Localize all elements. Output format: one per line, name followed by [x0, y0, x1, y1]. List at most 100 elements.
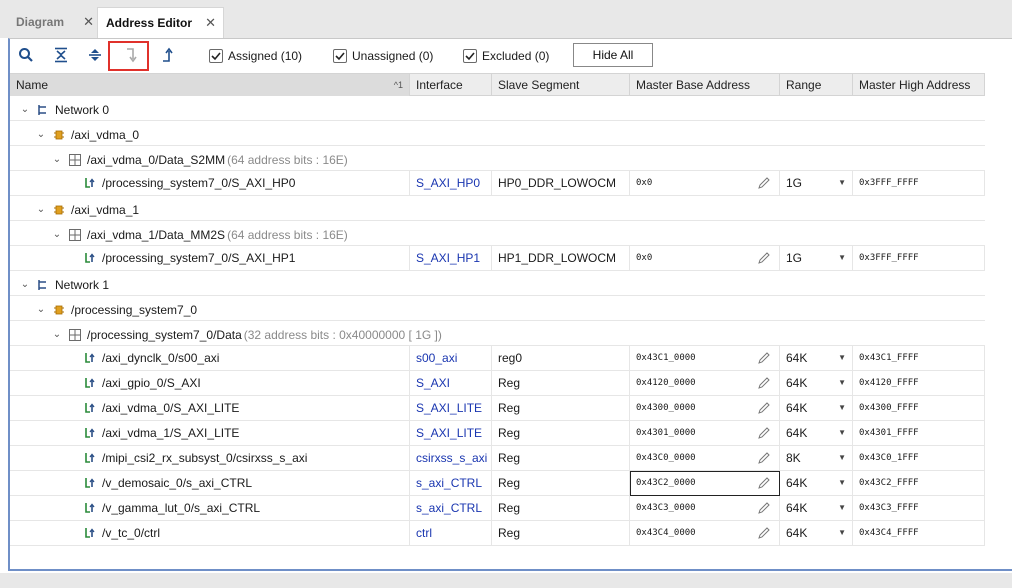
- column-header-interface[interactable]: Interface: [410, 74, 492, 96]
- pencil-icon[interactable]: [757, 401, 771, 421]
- pencil-icon[interactable]: [757, 526, 771, 546]
- table-row[interactable]: /axi_vdma_1/S_AXI_LITE S_AXI_LITE Reg 0x430…: [10, 421, 985, 446]
- range-dropdown[interactable]: 1G ▼: [780, 171, 853, 196]
- tree-node: ⌄ Network 1: [18, 273, 109, 296]
- tab-address-editor[interactable]: Address Editor ✕: [97, 7, 224, 38]
- chevron-down-icon[interactable]: ⌄: [18, 273, 32, 296]
- column-header-slave-segment[interactable]: Slave Segment: [492, 74, 630, 96]
- chevron-down-icon[interactable]: ⌄: [34, 298, 48, 321]
- chevron-down-icon[interactable]: ⌄: [50, 323, 64, 346]
- pencil-icon[interactable]: [757, 501, 771, 521]
- chevron-down-icon[interactable]: ⌄: [50, 223, 64, 246]
- master-base-address-cell[interactable]: 0x43C1_0000: [630, 346, 780, 371]
- close-icon[interactable]: ✕: [205, 15, 216, 31]
- table-row[interactable]: /processing_system7_0/S_AXI_HP1 S_AXI_HP1…: [10, 246, 985, 271]
- expand-all-icon[interactable]: [83, 43, 107, 67]
- pencil-icon[interactable]: [757, 176, 771, 196]
- tab-diagram[interactable]: Diagram ✕: [8, 8, 101, 36]
- range-dropdown[interactable]: 1G ▼: [780, 246, 853, 271]
- master-base-address-cell[interactable]: 0x0: [630, 171, 780, 196]
- range-dropdown[interactable]: 64K ▼: [780, 346, 853, 371]
- tree-group-row[interactable]: ⌄ /axi_vdma_0: [10, 121, 985, 146]
- dropdown-arrow-icon[interactable]: ▼: [838, 396, 846, 420]
- address-space-icon: [67, 327, 83, 343]
- pencil-icon[interactable]: [757, 476, 771, 496]
- range-dropdown[interactable]: 64K ▼: [780, 421, 853, 446]
- table-row[interactable]: /axi_vdma_0/S_AXI_LITE S_AXI_LITE Reg 0x430…: [10, 396, 985, 421]
- master-base-address-cell[interactable]: 0x43C2_0000: [630, 471, 780, 496]
- master-base-address-cell-text: 0x0: [636, 178, 653, 188]
- dropdown-arrow-icon[interactable]: ▼: [838, 346, 846, 370]
- column-header-master-base-address[interactable]: Master Base Address: [630, 74, 780, 96]
- row-name-label: /axi_dynclk_0/s00_axi: [102, 351, 220, 365]
- assigned-checkbox[interactable]: Assigned (10): [209, 47, 302, 65]
- master-base-address-cell[interactable]: 0x4120_0000: [630, 371, 780, 396]
- master-base-address-cell[interactable]: 0x4300_0000: [630, 396, 780, 421]
- range-dropdown[interactable]: 64K ▼: [780, 521, 853, 546]
- chevron-down-icon[interactable]: ⌄: [18, 98, 32, 121]
- master-base-address-cell[interactable]: 0x43C0_0000: [630, 446, 780, 471]
- table-row[interactable]: /mipi_csi2_rx_subsyst_0/csirxss_s_axi csi…: [10, 446, 985, 471]
- column-header-range[interactable]: Range: [780, 74, 853, 96]
- unassigned-checkbox[interactable]: Unassigned (0): [333, 47, 433, 65]
- collapse-all-icon[interactable]: [49, 43, 73, 67]
- table-row[interactable]: /v_gamma_lut_0/s_axi_CTRL s_axi_CTRL Reg 0x…: [10, 496, 985, 521]
- unassign-address-icon[interactable]: [155, 43, 179, 67]
- pencil-icon[interactable]: [757, 351, 771, 371]
- close-icon[interactable]: ✕: [83, 14, 94, 30]
- range-dropdown-text: 64K: [786, 476, 808, 490]
- master-base-address-cell[interactable]: 0x4301_0000: [630, 421, 780, 446]
- tree-group-row[interactable]: ⌄ /processing_system7_0/Data (32 address b…: [10, 321, 985, 346]
- row-name-label: /axi_vdma_0: [71, 128, 140, 142]
- dropdown-arrow-icon[interactable]: ▼: [838, 471, 846, 495]
- search-icon[interactable]: [14, 43, 38, 67]
- chevron-down-icon[interactable]: ⌄: [50, 148, 64, 171]
- range-dropdown[interactable]: 64K ▼: [780, 371, 853, 396]
- dropdown-arrow-icon[interactable]: ▼: [838, 371, 846, 395]
- hide-all-button[interactable]: Hide All: [573, 43, 653, 67]
- slave-segment-cell: Reg: [492, 371, 630, 396]
- table-row[interactable]: /processing_system7_0/S_AXI_HP0 S_AXI_HP0…: [10, 171, 985, 196]
- tree-group-row[interactable]: ⌄ /axi_vdma_0/Data_S2MM (64 address bits :…: [10, 146, 985, 171]
- range-dropdown[interactable]: 64K ▼: [780, 471, 853, 496]
- pencil-icon[interactable]: [757, 376, 771, 396]
- master-base-address-cell[interactable]: 0x0: [630, 246, 780, 271]
- table-row[interactable]: /v_demosaic_0/s_axi_CTRL s_axi_CTRL Reg 0x4…: [10, 471, 985, 496]
- dropdown-arrow-icon[interactable]: ▼: [838, 171, 846, 195]
- column-header-master-high-address[interactable]: Master High Address: [853, 74, 985, 96]
- pencil-icon[interactable]: [757, 251, 771, 271]
- dropdown-arrow-icon[interactable]: ▼: [838, 446, 846, 470]
- master-base-address-cell[interactable]: 0x43C4_0000: [630, 521, 780, 546]
- pencil-icon[interactable]: [757, 426, 771, 446]
- table-row[interactable]: /axi_gpio_0/S_AXI S_AXI Reg 0x4120_0000 64K ▼…: [10, 371, 985, 396]
- interface-cell: S_AXI_HP0: [410, 171, 492, 196]
- range-dropdown[interactable]: 64K ▼: [780, 396, 853, 421]
- row-name-label: /v_demosaic_0/s_axi_CTRL: [102, 476, 253, 490]
- network-icon: [35, 102, 51, 118]
- tree-group-row[interactable]: ⌄ Network 0: [10, 96, 985, 121]
- tree-group-row[interactable]: ⌄ /processing_system7_0: [10, 296, 985, 321]
- pencil-icon[interactable]: [757, 451, 771, 471]
- tree-group-row[interactable]: ⌄ /axi_vdma_1: [10, 196, 985, 221]
- chevron-down-icon[interactable]: ⌄: [34, 123, 48, 146]
- excluded-checkbox[interactable]: Excluded (0): [463, 47, 549, 65]
- master-base-address-cell[interactable]: 0x43C3_0000: [630, 496, 780, 521]
- dropdown-arrow-icon[interactable]: ▼: [838, 246, 846, 270]
- address-segment-icon: [82, 175, 98, 191]
- tree-group-row[interactable]: ⌄ Network 1: [10, 271, 985, 296]
- chevron-down-icon[interactable]: ⌄: [34, 198, 48, 221]
- range-dropdown-text: 1G: [786, 251, 803, 265]
- range-dropdown-text: 64K: [786, 351, 808, 365]
- dropdown-arrow-icon[interactable]: ▼: [838, 421, 846, 445]
- table-row[interactable]: /v_tc_0/ctrl ctrl Reg 0x43C4_0000 64K ▼ 0x43C4…: [10, 521, 985, 546]
- name-cell: /axi_vdma_1/S_AXI_LITE: [10, 421, 410, 446]
- range-dropdown[interactable]: 64K ▼: [780, 496, 853, 521]
- range-dropdown[interactable]: 8K ▼: [780, 446, 853, 471]
- dropdown-arrow-icon[interactable]: ▼: [838, 496, 846, 520]
- address-segment-icon: [82, 375, 98, 391]
- name-cell: /axi_vdma_0/S_AXI_LITE: [10, 396, 410, 421]
- table-row[interactable]: /axi_dynclk_0/s00_axi s00_axi reg0 0x43C1_0…: [10, 346, 985, 371]
- tree-group-row[interactable]: ⌄ /axi_vdma_1/Data_MM2S (64 address bits :…: [10, 221, 985, 246]
- column-header-name[interactable]: Name ^1: [10, 74, 410, 96]
- dropdown-arrow-icon[interactable]: ▼: [838, 521, 846, 545]
